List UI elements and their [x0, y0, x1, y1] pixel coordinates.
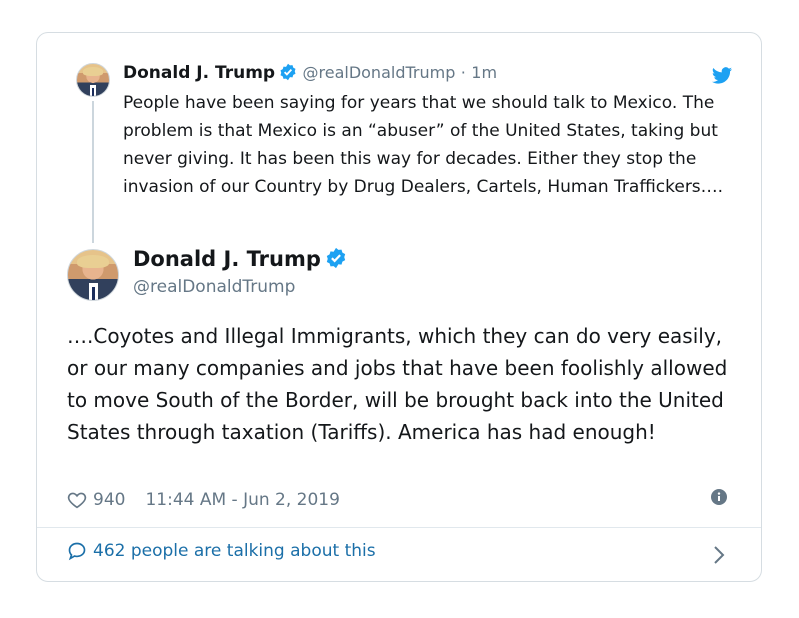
author-avatar[interactable]: [67, 249, 119, 301]
talking-about-label: 462 people are talking about this: [93, 541, 376, 561]
tweet-meta: 940 11:44 AM - Jun 2, 2019: [67, 487, 340, 513]
quoted-author-handle[interactable]: @realDonaldTrump: [303, 63, 456, 82]
separator-dot: ·: [460, 63, 466, 82]
like-count[interactable]: 940: [93, 490, 125, 510]
author-name[interactable]: Donald J. Trump: [133, 247, 321, 271]
quoted-author-name[interactable]: Donald J. Trump: [123, 63, 275, 83]
talking-about-link[interactable]: 462 people are talking about this: [67, 541, 376, 561]
speech-bubble-icon: [68, 542, 86, 561]
info-icon[interactable]: [711, 489, 727, 505]
tweet-text: ….Coyotes and Illegal Immigrants, which …: [67, 324, 728, 444]
quoted-header: Donald J. Trump @realDonaldTrump · 1m: [123, 63, 497, 86]
quoted-tweet-text: People have been saying for years that w…: [123, 93, 724, 197]
twitter-bird-icon[interactable]: [711, 65, 733, 87]
heart-icon[interactable]: [67, 491, 87, 509]
quoted-avatar[interactable]: [76, 63, 110, 97]
thread-line: [92, 101, 94, 243]
tweet-timestamp[interactable]: 11:44 AM - Jun 2, 2019: [145, 490, 340, 510]
quoted-timestamp[interactable]: 1m: [471, 63, 497, 82]
author-name-row: Donald J. Trump: [133, 247, 347, 274]
chevron-right-icon[interactable]: [713, 545, 725, 565]
tweet-embed-card: Donald J. Trump @realDonaldTrump · 1m Pe…: [36, 32, 762, 582]
verified-badge-icon: [325, 247, 347, 274]
verified-badge-icon: [279, 63, 297, 86]
divider: [37, 527, 761, 528]
author-handle[interactable]: @realDonaldTrump: [133, 277, 295, 297]
